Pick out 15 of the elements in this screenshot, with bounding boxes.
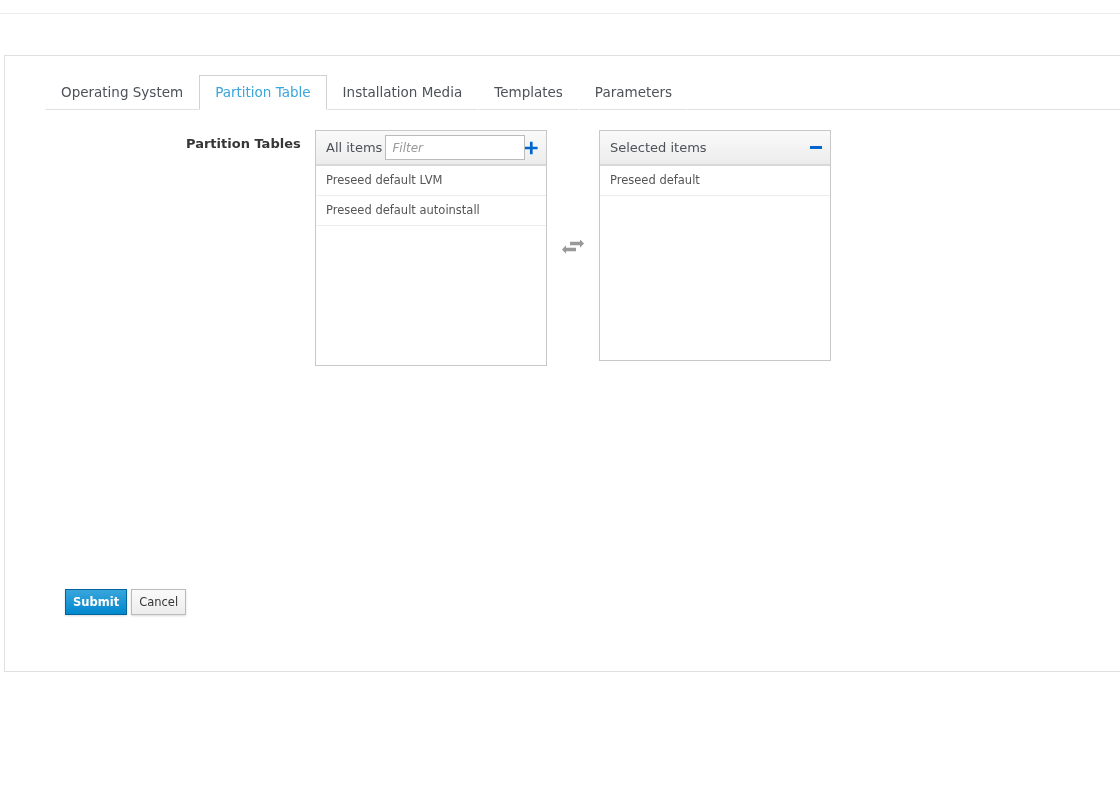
transfer-icon	[562, 240, 584, 254]
filter-field[interactable]: Filter	[385, 135, 526, 160]
tab[interactable]: Installation Media	[326, 75, 479, 110]
tab[interactable]: Templates	[478, 75, 579, 110]
list-title: All items	[326, 140, 383, 155]
list-item[interactable]: Preseed default	[600, 166, 830, 196]
add-icon[interactable]	[525, 140, 538, 155]
list-title: Selected items	[610, 140, 708, 155]
list-item[interactable]: Preseed default autoinstall	[316, 196, 546, 226]
field-label: Partition Tables	[186, 136, 302, 151]
form-button[interactable]: Cancel	[131, 589, 187, 615]
list-item[interactable]: Preseed default LVM	[316, 166, 546, 196]
tab[interactable]: Operating System	[45, 75, 200, 110]
tab[interactable]: Parameters	[578, 75, 689, 110]
remove-icon[interactable]	[810, 145, 822, 150]
